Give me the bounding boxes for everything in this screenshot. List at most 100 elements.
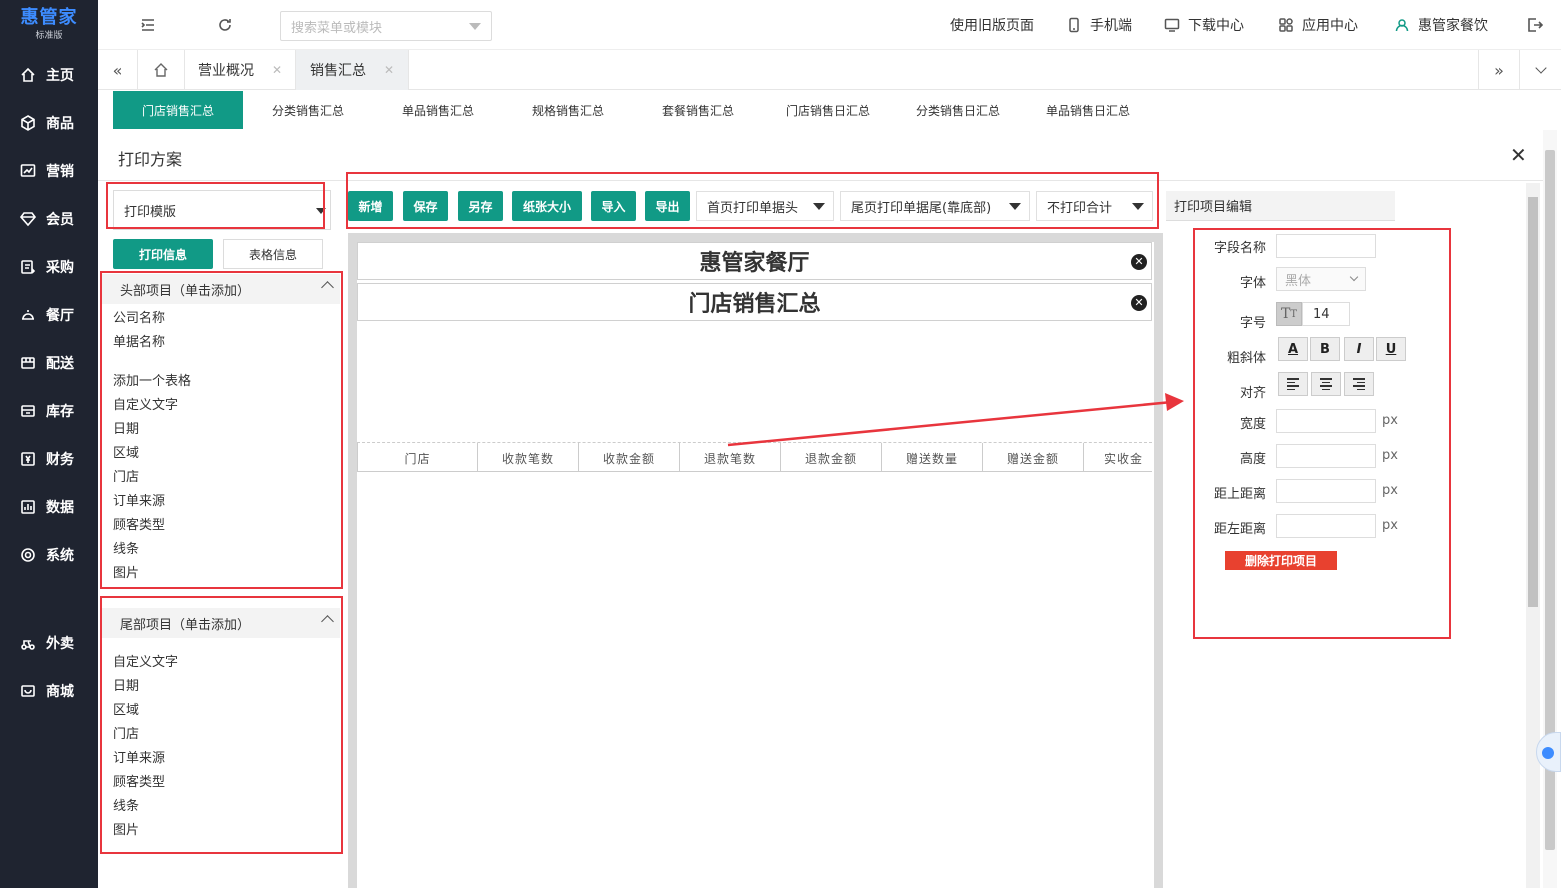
header-item-store[interactable]: 门店 bbox=[113, 470, 139, 486]
header-item-line[interactable]: 线条 bbox=[113, 542, 139, 558]
bold-button[interactable]: B bbox=[1310, 337, 1340, 361]
menu-search-input[interactable]: 搜索菜单或模块 bbox=[280, 11, 492, 41]
subtab-category-sales-summary[interactable]: 分类销售汇总 bbox=[243, 91, 373, 129]
left-distance-input[interactable] bbox=[1276, 514, 1376, 538]
scrollbar-thumb[interactable] bbox=[1528, 197, 1538, 607]
print-template-select[interactable]: 打印模版 bbox=[113, 190, 331, 230]
page-scrollbar[interactable] bbox=[1543, 130, 1557, 888]
first-page-header-select[interactable]: 首页打印单据头 bbox=[696, 191, 834, 221]
home-tab[interactable] bbox=[138, 50, 185, 90]
mobile-link[interactable]: 手机端 bbox=[1066, 0, 1132, 50]
old-version-link[interactable]: 使用旧版页面 bbox=[950, 0, 1034, 50]
header-item-date[interactable]: 日期 bbox=[113, 422, 139, 438]
align-center-icon[interactable] bbox=[1311, 372, 1341, 396]
panel-scrollbar[interactable] bbox=[1526, 183, 1540, 888]
remove-item-icon[interactable]: ✕ bbox=[1131, 254, 1147, 270]
column-header[interactable]: 退款笔数 bbox=[680, 443, 781, 471]
header-item-order-source[interactable]: 订单来源 bbox=[113, 494, 165, 510]
header-item-area[interactable]: 区域 bbox=[113, 446, 139, 462]
paper-size-button[interactable]: 纸张大小 bbox=[512, 191, 582, 221]
header-item-custom-text[interactable]: 自定义文字 bbox=[113, 398, 178, 414]
sidebar-item-delivery[interactable]: 配送 bbox=[0, 343, 98, 383]
underline-button[interactable]: U bbox=[1376, 337, 1406, 361]
delete-print-item-button[interactable]: 删除打印项目 bbox=[1225, 551, 1337, 570]
sidebar-item-finance[interactable]: 财务 bbox=[0, 439, 98, 479]
sidebar-item-mall[interactable]: 商城 bbox=[0, 671, 98, 711]
header-item-customer-type[interactable]: 顾客类型 bbox=[113, 518, 165, 534]
remove-item-icon[interactable]: ✕ bbox=[1131, 295, 1147, 311]
import-button[interactable]: 导入 bbox=[591, 191, 636, 221]
sidebar-item-restaurant[interactable]: 餐厅 bbox=[0, 295, 98, 335]
total-print-select[interactable]: 不打印合计 bbox=[1036, 191, 1153, 221]
footer-item-store[interactable]: 门店 bbox=[113, 727, 139, 743]
field-name-input[interactable] bbox=[1276, 234, 1376, 258]
sidebar-item-home[interactable]: 主页 bbox=[0, 55, 98, 95]
font-color-button[interactable]: A bbox=[1278, 337, 1308, 361]
close-icon[interactable]: ✕ bbox=[384, 63, 394, 77]
print-canvas[interactable]: 惠管家餐厅 ✕ 门店销售汇总 ✕ 门店 收款笔数 收款金额 退款笔数 退款金额 赠送… bbox=[357, 242, 1154, 888]
footer-item-order-source[interactable]: 订单来源 bbox=[113, 751, 165, 767]
user-menu[interactable]: 惠管家餐饮 bbox=[1394, 0, 1488, 50]
footer-item-area[interactable]: 区域 bbox=[113, 703, 139, 719]
sidebar-item-inventory[interactable]: 库存 bbox=[0, 391, 98, 431]
column-header[interactable]: 实收金 bbox=[1084, 443, 1152, 471]
sidebar-item-marketing[interactable]: 营销 bbox=[0, 151, 98, 191]
close-icon[interactable]: ✕ bbox=[272, 63, 282, 77]
italic-button[interactable]: I bbox=[1344, 337, 1374, 361]
subtab-item-sales-summary[interactable]: 单品销售汇总 bbox=[373, 91, 503, 129]
sidebar-item-goods[interactable]: 商品 bbox=[0, 103, 98, 143]
footer-item-customer-type[interactable]: 顾客类型 bbox=[113, 775, 165, 791]
width-input[interactable] bbox=[1276, 409, 1376, 433]
logo[interactable]: 惠管家 标准版 bbox=[0, 0, 98, 50]
logout-icon[interactable] bbox=[1526, 16, 1544, 34]
subtab-spec-sales-summary[interactable]: 规格销售汇总 bbox=[503, 91, 633, 129]
header-items-section[interactable]: 头部项目（单击添加） bbox=[102, 274, 340, 304]
new-button[interactable]: 新增 bbox=[348, 191, 393, 221]
tabs-scroll-right[interactable]: » bbox=[1478, 50, 1520, 90]
print-info-tab[interactable]: 打印信息 bbox=[113, 239, 213, 269]
column-header[interactable]: 赠送金额 bbox=[983, 443, 1084, 471]
save-as-button[interactable]: 另存 bbox=[458, 191, 503, 221]
subtab-store-daily-summary[interactable]: 门店销售日汇总 bbox=[763, 91, 893, 129]
sidebar-item-member[interactable]: 会员 bbox=[0, 199, 98, 239]
sidebar-item-takeout[interactable]: 外卖 bbox=[0, 623, 98, 663]
tabs-dropdown[interactable] bbox=[1520, 50, 1561, 90]
subtab-category-daily-summary[interactable]: 分类销售日汇总 bbox=[893, 91, 1023, 129]
tab-business-overview[interactable]: 营业概况 ✕ bbox=[185, 50, 296, 90]
footer-item-custom-text[interactable]: 自定义文字 bbox=[113, 655, 178, 671]
sidebar-item-system[interactable]: 系统 bbox=[0, 535, 98, 575]
column-header[interactable]: 收款金额 bbox=[579, 443, 680, 471]
save-button[interactable]: 保存 bbox=[403, 191, 448, 221]
header-item-add-table[interactable]: 添加一个表格 bbox=[113, 374, 191, 390]
footer-item-line[interactable]: 线条 bbox=[113, 799, 139, 815]
column-header[interactable]: 收款笔数 bbox=[478, 443, 579, 471]
column-header[interactable]: 门店 bbox=[357, 443, 478, 471]
subtab-store-sales-summary[interactable]: 门店销售汇总 bbox=[113, 91, 243, 129]
subtab-item-daily-summary[interactable]: 单品销售日汇总 bbox=[1023, 91, 1153, 129]
column-header[interactable]: 赠送数量 bbox=[882, 443, 983, 471]
doc-title-item[interactable]: 门店销售汇总 ✕ bbox=[357, 283, 1152, 321]
font-select[interactable]: 黑体 bbox=[1276, 267, 1366, 291]
download-center-link[interactable]: 下载中心 bbox=[1164, 0, 1244, 50]
tabs-scroll-left[interactable]: « bbox=[98, 50, 138, 90]
align-left-icon[interactable] bbox=[1278, 372, 1308, 396]
refresh-icon[interactable] bbox=[216, 16, 234, 34]
footer-item-image[interactable]: 图片 bbox=[113, 823, 139, 839]
footer-items-section[interactable]: 尾部项目（单击添加） bbox=[102, 608, 340, 638]
print-table-header[interactable]: 门店 收款笔数 收款金额 退款笔数 退款金额 赠送数量 赠送金额 实收金 bbox=[357, 442, 1152, 472]
font-size-input[interactable]: 14 bbox=[1302, 302, 1350, 326]
tab-sales-summary[interactable]: 销售汇总 ✕ bbox=[296, 50, 409, 90]
menu-collapse-icon[interactable] bbox=[139, 16, 157, 34]
export-button[interactable]: 导出 bbox=[645, 191, 690, 221]
subtab-combo-sales-summary[interactable]: 套餐销售汇总 bbox=[633, 91, 763, 129]
column-header[interactable]: 退款金额 bbox=[781, 443, 882, 471]
last-page-footer-select[interactable]: 尾页打印单据尾(靠底部) bbox=[840, 191, 1030, 221]
footer-item-date[interactable]: 日期 bbox=[113, 679, 139, 695]
sidebar-item-data[interactable]: 数据 bbox=[0, 487, 98, 527]
align-right-icon[interactable] bbox=[1344, 372, 1374, 396]
header-item-company-name[interactable]: 公司名称 bbox=[113, 311, 165, 327]
close-icon[interactable]: ✕ bbox=[1510, 145, 1527, 165]
sidebar-item-purchase[interactable]: 采购 bbox=[0, 247, 98, 287]
top-distance-input[interactable] bbox=[1276, 479, 1376, 503]
header-item-doc-name[interactable]: 单据名称 bbox=[113, 335, 165, 351]
